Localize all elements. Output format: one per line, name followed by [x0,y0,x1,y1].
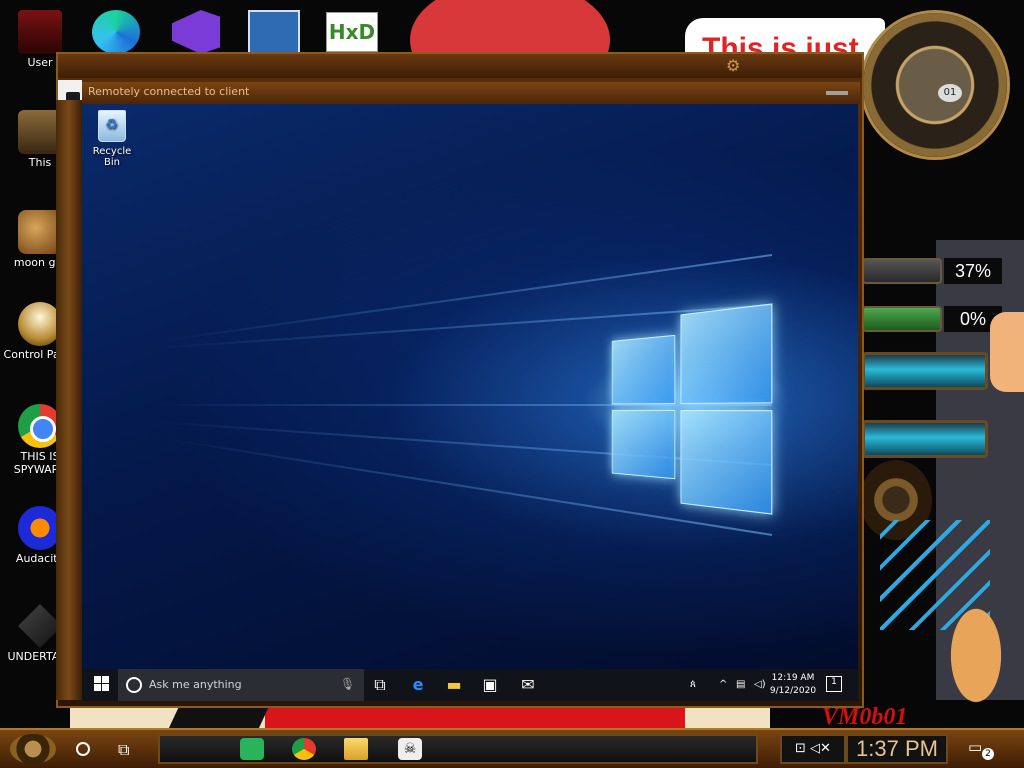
window-left-rail [56,100,82,700]
system-tray[interactable]: ⊡ ◁✕ [780,734,846,764]
cpu-gauge-label: 37% [944,258,1002,284]
tube-widget-1 [862,352,988,390]
remote-start-button[interactable] [94,676,110,692]
remote-desktop-view[interactable]: Recycle Bin Ask me anything 🎙 ⧉ e ▬ ▣ ✉ … [82,104,858,701]
recycle-bin-label: Recycle Bin [92,146,132,168]
visual-studio-icon[interactable] [172,10,220,54]
tube-widget-2 [862,420,988,458]
mail-icon[interactable]: ✉ [518,675,538,695]
recycle-bin-icon [98,110,126,142]
file-explorer-icon[interactable] [344,738,368,760]
task-view-icon[interactable]: ⧉ [118,740,129,760]
store-icon[interactable]: ▣ [480,675,500,695]
edge-icon[interactable]: e [408,675,428,695]
network-icon[interactable]: ▤ [736,679,745,690]
cortana-icon [126,677,142,693]
edge-icon[interactable] [92,10,140,54]
memory-gauge [862,306,942,332]
logo-pane [680,409,773,515]
watermark-text: VM0b01 [822,704,908,730]
search-placeholder: Ask me anything [149,678,242,691]
remote-taskbar: Ask me anything 🎙 ⧉ e ▬ ▣ ✉ ጰ ^ ▤ ◁) 12:… [82,669,858,701]
logo-pane [611,409,676,480]
cortana-icon[interactable] [76,742,90,756]
chrome-icon[interactable] [292,738,316,760]
task-view-icon[interactable]: ⧉ [370,675,390,695]
settings-gear-icon[interactable]: ⚙ [726,56,740,75]
notification-icon[interactable]: ▭ [968,738,982,756]
spotify-icon[interactable] [240,738,264,760]
window-title: Remotely connected to client [88,85,250,98]
remote-search-box[interactable]: Ask me anything 🎙 [118,669,364,701]
microphone-icon[interactable]: 🎙 [340,677,355,691]
recycle-bin-shortcut[interactable]: Recycle Bin [86,110,138,168]
window-top-bar[interactable] [58,54,862,78]
cpu-gauge [862,258,942,284]
minimize-button[interactable] [826,91,848,95]
logo-pane [611,334,676,405]
hxd-icon[interactable]: HxD [326,12,378,52]
desktop-icon-label: User [27,56,53,69]
desktop-icon-label: This [28,156,52,169]
remote-clock-date: 9/12/2020 [769,686,817,696]
clock-day-label: 01 [938,84,962,102]
people-icon[interactable]: ጰ [690,679,696,690]
virtualbox-icon[interactable] [248,10,300,58]
cartoon-character [990,312,1024,392]
host-taskbar: ⧉ ☠ ⊡ ◁✕ 1:37 PM ▭ 2 [0,728,1024,768]
chevron-up-icon[interactable]: ^ [719,679,727,690]
logo-pane [680,303,773,405]
user-folder-icon [18,10,62,54]
taskbar-clock[interactable]: 1:37 PM [846,734,948,764]
remote-clock-time: 12:19 AM [771,673,815,683]
volume-icon[interactable]: ◁) [754,679,766,690]
file-explorer-icon[interactable]: ▬ [444,675,464,695]
hamster-image [944,596,1008,704]
start-button[interactable] [10,734,56,764]
remote-clock[interactable]: 12:19 AM 9/12/2020 [768,672,818,698]
steampunk-clock-widget [860,10,1010,160]
windows-logo-wallpaper [611,303,773,515]
action-center-icon[interactable]: 1 [826,676,842,692]
notification-badge: 2 [982,748,994,760]
skull-app-icon[interactable]: ☠ [398,738,422,760]
